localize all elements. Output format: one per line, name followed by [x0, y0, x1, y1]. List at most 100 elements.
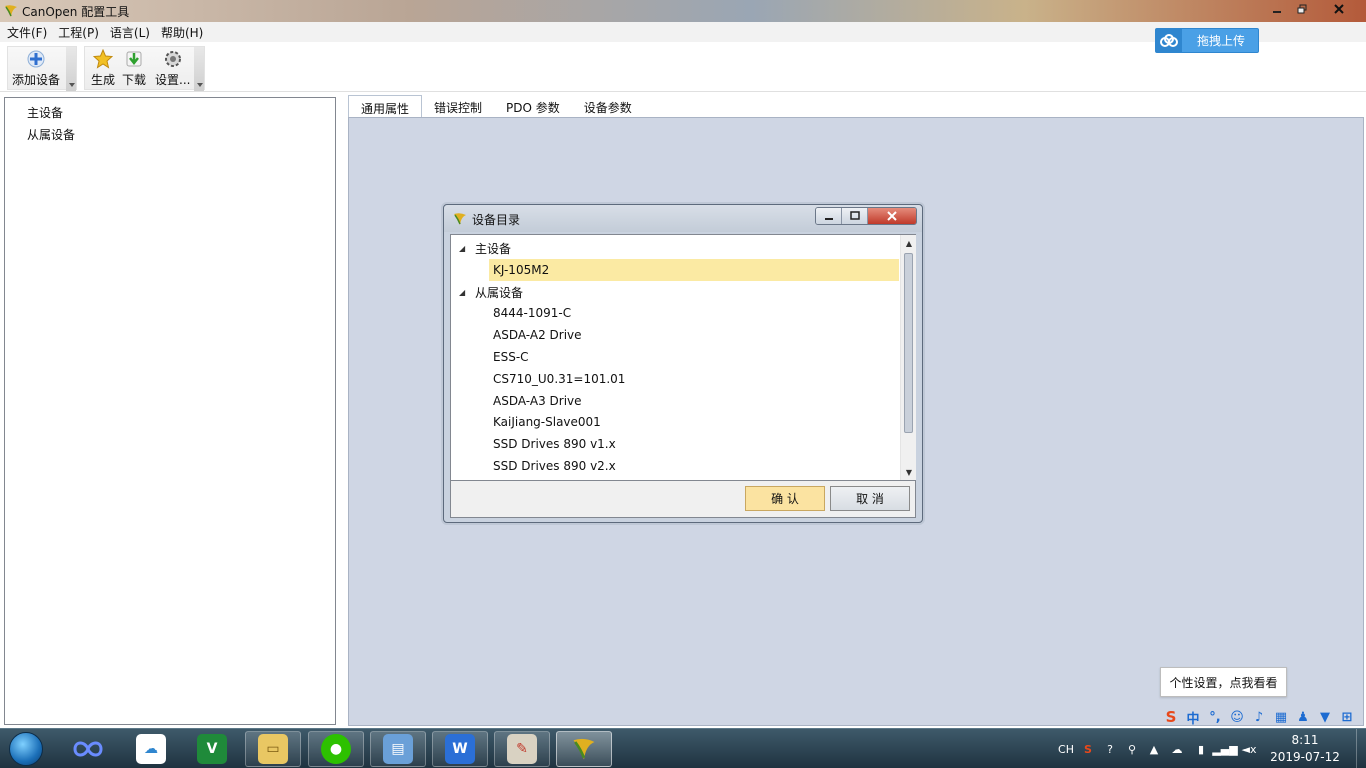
- drag-upload-button[interactable]: 拖拽上传: [1155, 28, 1259, 53]
- tree-item[interactable]: SSD Drives 890 v1.x: [451, 433, 899, 455]
- generate-star-icon: [93, 49, 113, 69]
- clock-date: 2019-07-12: [1270, 750, 1340, 764]
- dialog-minimize-button[interactable]: [816, 208, 842, 224]
- microphone-icon[interactable]: ♪: [1248, 706, 1270, 728]
- taskbar-app-baidu-netdisk[interactable]: ☁: [123, 731, 179, 767]
- menu-language[interactable]: 语言(L): [107, 24, 158, 41]
- restore-icon: [1297, 4, 1307, 14]
- minimize-icon: [824, 218, 833, 220]
- dialog-window-controls: [815, 207, 917, 225]
- close-icon: [1334, 4, 1344, 14]
- ime-tooltip: 个性设置，点我看看: [1160, 667, 1287, 697]
- start-button[interactable]: [4, 731, 48, 767]
- toolbar-grip[interactable]: [66, 47, 76, 91]
- taskbar-app-control-panel[interactable]: ▤: [370, 731, 426, 767]
- restore-button[interactable]: [1290, 0, 1314, 18]
- window-title: CanOpen 配置工具: [22, 5, 130, 19]
- user-icon[interactable]: ♟: [1292, 706, 1314, 728]
- taskbar-app-wps[interactable]: W: [432, 731, 488, 767]
- emoji-icon[interactable]: ☺: [1226, 706, 1248, 728]
- add-device-button[interactable]: 添加设备: [12, 49, 60, 88]
- dialog-maximize-button[interactable]: [842, 208, 868, 224]
- infinity-icon: [73, 741, 103, 757]
- tree-group-master[interactable]: ◢ 主设备: [451, 237, 899, 259]
- tree-item[interactable]: KaiJiang-Slave001: [451, 411, 899, 433]
- tab-pdo[interactable]: PDO 参数: [494, 95, 572, 118]
- keyboard-icon[interactable]: ▦: [1270, 706, 1292, 728]
- scrollbar-thumb[interactable]: [904, 253, 913, 433]
- toolbox-grid-icon[interactable]: ⊞: [1336, 706, 1358, 728]
- taskbar-app-v5[interactable]: V: [184, 731, 240, 767]
- minimize-icon: [1273, 11, 1281, 13]
- show-desktop-button[interactable]: [1356, 729, 1366, 768]
- dialog-footer: 确 认 取 消: [450, 481, 916, 518]
- paint-palette-icon: ✎: [507, 734, 537, 764]
- close-button[interactable]: [1316, 0, 1362, 18]
- scroll-down-arrow-icon[interactable]: ▼: [901, 464, 917, 480]
- punctuation-icon[interactable]: °,: [1204, 706, 1226, 728]
- download-button[interactable]: 下载: [122, 49, 146, 88]
- gear-icon: [164, 51, 181, 67]
- sogou-logo-icon[interactable]: S: [1160, 706, 1182, 728]
- network-signal-icon[interactable]: ▂▄▆: [1212, 729, 1237, 768]
- taskbar-clock[interactable]: 8:11 2019-07-12: [1268, 732, 1342, 766]
- vertical-scrollbar[interactable]: ▲ ▼: [900, 235, 916, 480]
- tree-item[interactable]: ESS-C: [451, 346, 899, 368]
- toolbar-grip[interactable]: [194, 47, 204, 91]
- expanded-triangle-icon[interactable]: ◢: [459, 288, 465, 297]
- tree-item[interactable]: CS710_U0.31=101.01: [451, 368, 899, 390]
- menu-project[interactable]: 工程(P): [55, 24, 107, 41]
- taskbar: ☁ V ▭ ● ▤ W ✎ CH S ? ⚲ ▲ ☁ ▮ ▂▄▆ ◄x 8:11…: [0, 728, 1366, 768]
- tree-node-slave[interactable]: 从属设备: [27, 126, 75, 143]
- taskbar-app-paint[interactable]: ✎: [494, 731, 550, 767]
- control-panel-icon: ▤: [383, 734, 413, 764]
- add-plus-icon: [27, 50, 45, 68]
- ime-toolbar: S 中 °, ☺ ♪ ▦ ♟ ▼ ⊞: [1160, 705, 1366, 729]
- taskbar-app-wechat[interactable]: ●: [308, 731, 364, 767]
- tree-item[interactable]: SSD Drives 890 v2.x: [451, 455, 899, 477]
- show-hidden-icons-icon[interactable]: ▲: [1143, 729, 1165, 768]
- pen-settings-icon[interactable]: ⚲: [1121, 729, 1143, 768]
- dialog-title: 设备目录: [472, 213, 521, 227]
- dialog-title-bar[interactable]: 设备目录: [444, 205, 922, 232]
- maximize-icon: [849, 211, 860, 220]
- settings-button[interactable]: 设置...: [155, 49, 190, 88]
- scroll-up-arrow-icon[interactable]: ▲: [901, 235, 917, 251]
- help-icon[interactable]: ?: [1099, 729, 1121, 768]
- close-icon: [887, 211, 897, 221]
- folder-icon: ▭: [258, 734, 288, 764]
- tree-node-master[interactable]: 主设备: [27, 104, 63, 121]
- cloud-sync-icon[interactable]: ☁: [1165, 729, 1189, 768]
- tree-item[interactable]: ASDA-A3 Drive: [451, 390, 899, 412]
- taskbar-app-infinity[interactable]: [60, 731, 116, 767]
- battery-icon[interactable]: ▮: [1189, 729, 1213, 768]
- generate-button[interactable]: 生成: [91, 49, 115, 88]
- menu-help[interactable]: 帮助(H): [158, 24, 211, 41]
- toolbar-group-add: 添加设备: [7, 46, 77, 91]
- tree-group-slave[interactable]: ◢ 从属设备: [451, 281, 899, 303]
- dialog-close-button[interactable]: [868, 208, 916, 224]
- input-language-indicator[interactable]: CH: [1055, 729, 1077, 768]
- menu-file[interactable]: 文件(F): [4, 24, 55, 41]
- cancel-button[interactable]: 取 消: [830, 486, 910, 511]
- tab-error-control[interactable]: 错误控制: [422, 95, 494, 118]
- baidu-cloud-icon: ☁: [136, 734, 166, 764]
- tree-item[interactable]: 8444-1091-C: [451, 302, 899, 324]
- minimize-button[interactable]: [1265, 0, 1289, 18]
- volume-muted-icon[interactable]: ◄x: [1237, 729, 1261, 768]
- taskbar-app-explorer[interactable]: ▭: [245, 731, 301, 767]
- sogou-tray-icon[interactable]: S: [1077, 729, 1099, 768]
- tree-item-kj-105m2[interactable]: KJ-105M2: [489, 259, 899, 281]
- skin-shirt-icon[interactable]: ▼: [1314, 706, 1336, 728]
- confirm-button[interactable]: 确 认: [745, 486, 825, 511]
- download-arrow-icon: [126, 51, 142, 67]
- app-logo-icon: [573, 738, 595, 760]
- taskbar-app-canopen[interactable]: [556, 731, 612, 767]
- tab-device-params[interactable]: 设备参数: [572, 95, 644, 118]
- expanded-triangle-icon[interactable]: ◢: [459, 244, 465, 253]
- ime-language-toggle[interactable]: 中: [1182, 706, 1204, 728]
- app-logo-icon: [454, 213, 466, 225]
- tab-general[interactable]: 通用属性: [348, 95, 423, 118]
- tree-item[interactable]: ASDA-A2 Drive: [451, 324, 899, 346]
- windows-start-icon: [9, 732, 43, 766]
